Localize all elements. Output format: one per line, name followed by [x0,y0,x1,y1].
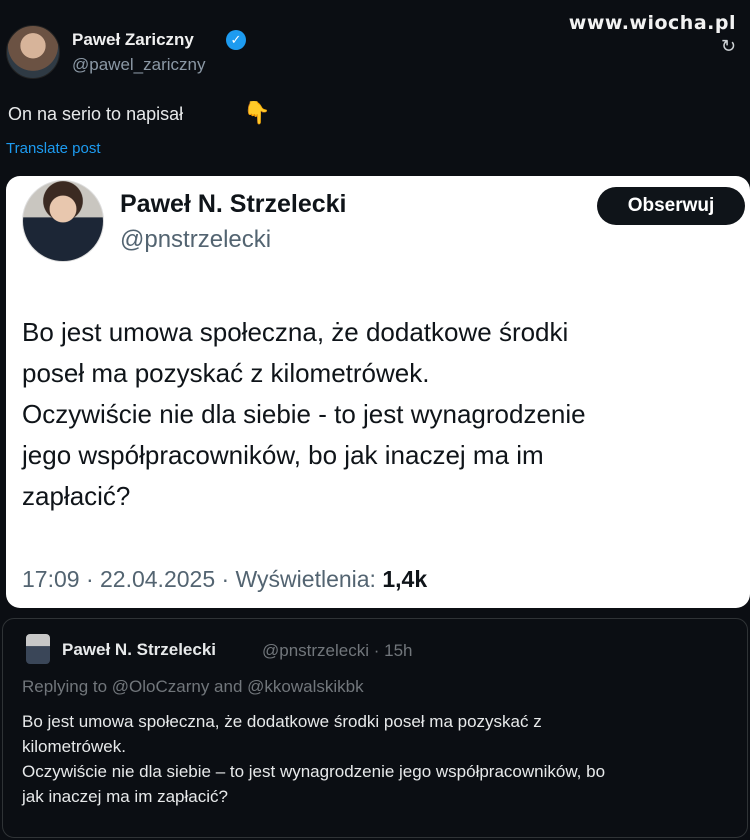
author-name[interactable]: Paweł Zariczny [72,30,194,50]
embedded-avatar [22,180,104,262]
timestamp-views-label: 17:09 · 22.04.2025 · Wyświetlenia: [22,566,383,592]
views-count: 1,4k [382,566,428,592]
reply-body-line: kilometrówek. [22,737,126,756]
embedded-body-line: Bo jest umowa społeczna, że dodatkowe śr… [22,317,569,347]
reply-handle-time: @pnstrzelecki · 15h [262,641,413,660]
reply-body-line: Bo jest umowa społeczna, że dodatkowe śr… [22,712,542,731]
pointing-down-icon: 👇 [243,100,271,125]
translate-post-link[interactable]: Translate post [6,140,101,157]
embedded-author-name: Paweł N. Strzelecki [120,190,347,218]
replying-to[interactable]: Replying to @OloCzarny and @kkowalskikbk [22,677,364,697]
avatar[interactable] [6,25,60,79]
reply-body-line: jak inaczej ma im zapłacić? [22,787,228,806]
embedded-body-line: zapłacić? [22,481,131,511]
embedded-author-handle: @pnstrzelecki [120,226,272,253]
embedded-body: Bo jest umowa społeczna, że dodatkowe śr… [22,312,732,517]
repost-icon: ↻ [720,36,736,56]
verified-badge-icon: ✓ [226,30,246,50]
follow-button[interactable]: Obserwuj [597,187,745,225]
watermark: www.wiocha.pl [568,12,736,34]
embedded-body-line: jego współpracowników, bo jak inaczej ma… [22,440,544,470]
reply-avatar[interactable] [26,634,50,664]
embedded-body-line: poseł ma pozyskać z kilometrówek. [22,358,430,388]
reply-body-line: Oczywiście nie dla siebie – to jest wyna… [22,762,606,781]
author-handle[interactable]: @pawel_zariczny [72,55,205,75]
reply-author-name[interactable]: Paweł N. Strzelecki [62,640,216,660]
post-text: On na serio to napisał [8,104,184,124]
embedded-meta: 17:09 · 22.04.2025 · Wyświetlenia: 1,4k [22,566,427,593]
reply-body: Bo jest umowa społeczna, że dodatkowe śr… [22,709,742,809]
embedded-body-line: Oczywiście nie dla siebie - to jest wyna… [22,399,586,429]
